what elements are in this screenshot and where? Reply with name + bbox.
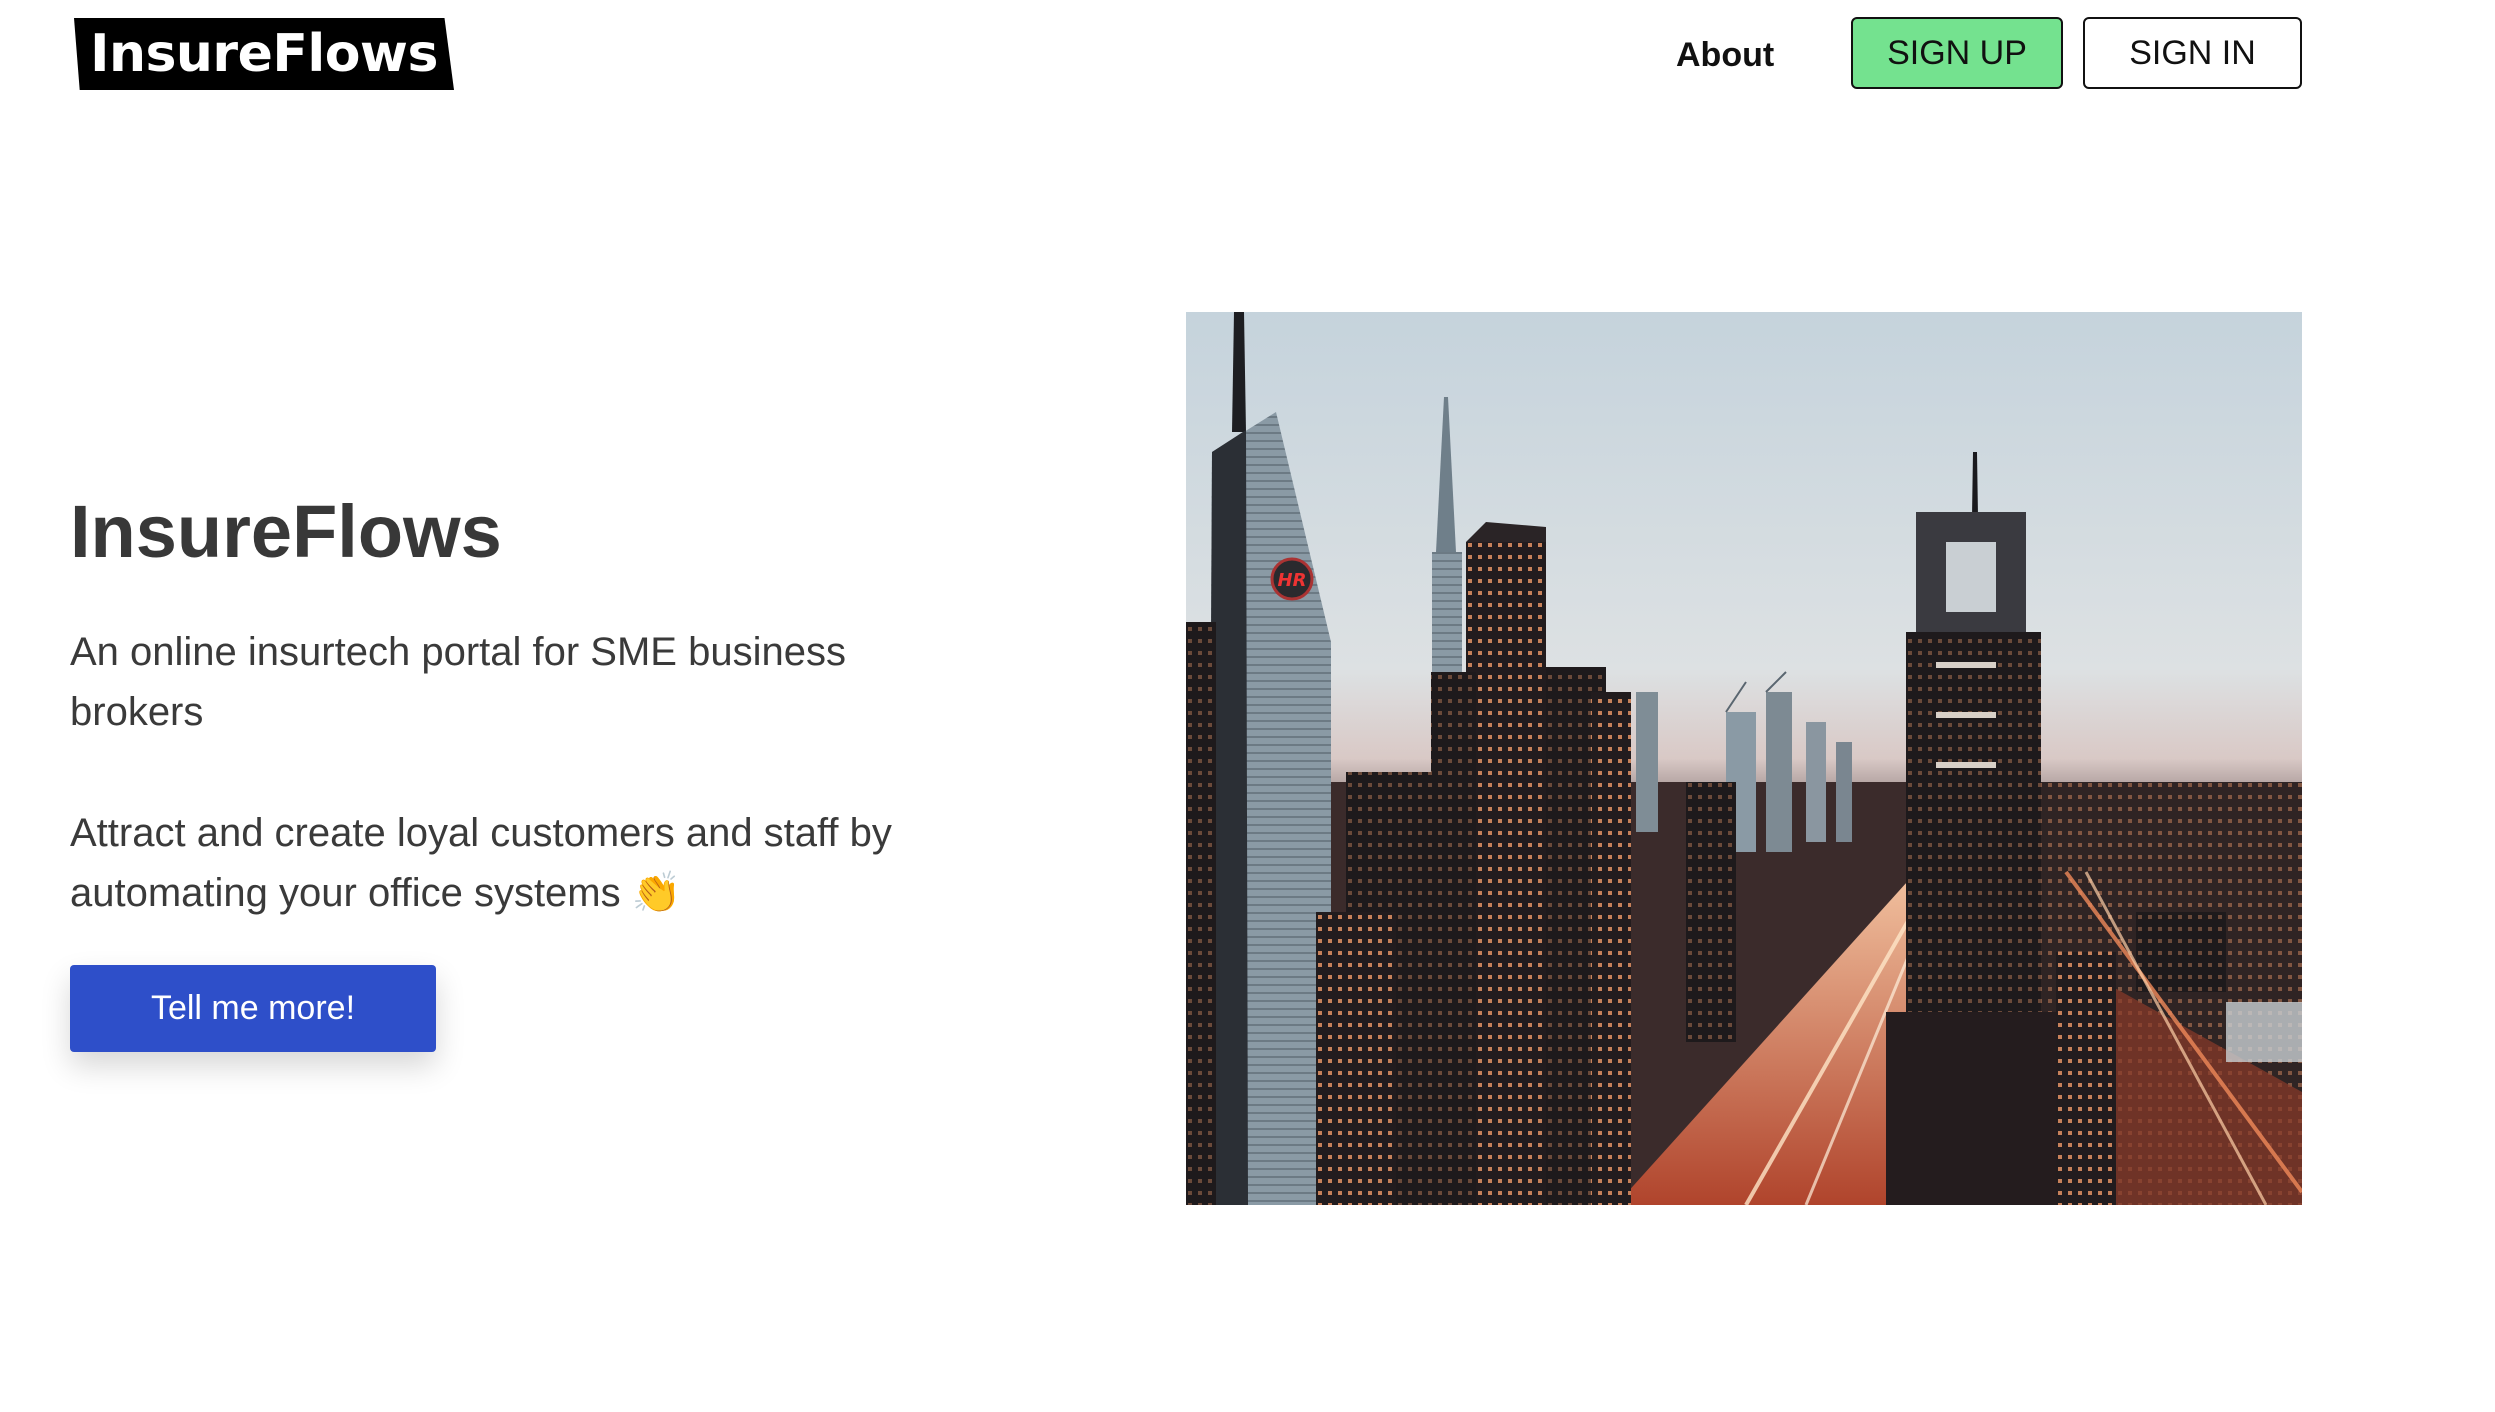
page: InsureFlows About SIGN UP SIGN IN Insure… bbox=[0, 0, 2495, 1412]
logo[interactable]: InsureFlows bbox=[74, 18, 454, 90]
tell-me-more-button[interactable]: Tell me more! bbox=[70, 965, 436, 1052]
nav-about-link[interactable]: About bbox=[1676, 30, 1774, 80]
logo-text: InsureFlows bbox=[90, 24, 438, 84]
hero-subtitle: An online insurtech portal for SME busin… bbox=[70, 630, 846, 734]
city-skyline-illustration: HR bbox=[1186, 312, 2302, 1205]
sign-in-button[interactable]: SIGN IN bbox=[2083, 17, 2302, 89]
hero-title: InsureFlows bbox=[70, 490, 502, 573]
building-sign-text: HR bbox=[1278, 570, 1307, 591]
sign-up-button[interactable]: SIGN UP bbox=[1851, 17, 2063, 89]
hero-city-image: HR bbox=[1186, 312, 2302, 1205]
hero-description: Attract and create loyal customers and s… bbox=[70, 811, 892, 915]
